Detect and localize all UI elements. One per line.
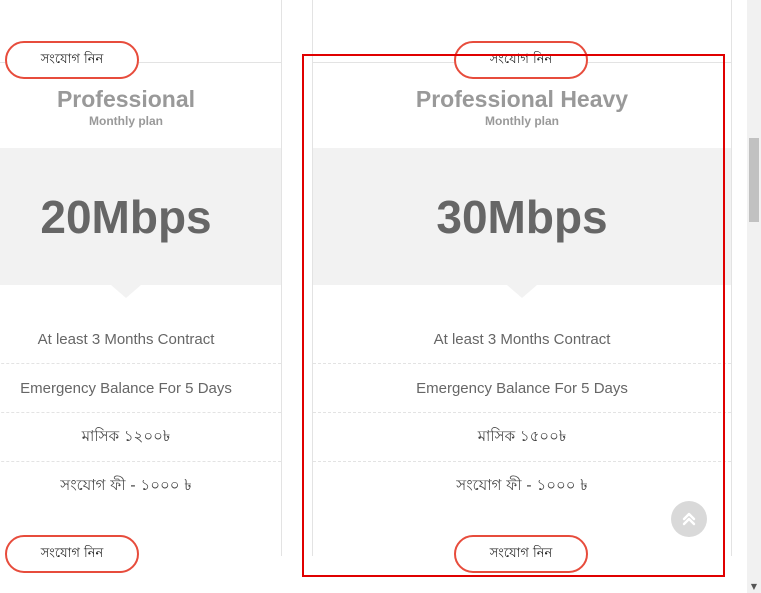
scroll-to-top-button[interactable] [671,501,707,537]
feature-list: At least 3 Months Contract Emergency Bal… [0,315,281,511]
pricing-card-professional-heavy: Professional Heavy Monthly plan 30Mbps A… [312,0,732,556]
feature-list: At least 3 Months Contract Emergency Bal… [313,315,731,511]
plan-speed: 20Mbps [40,190,212,243]
double-chevron-up-icon [682,512,696,526]
connect-button[interactable]: সংযোগ নিন [5,535,139,573]
speed-band: 20Mbps [0,148,281,298]
plan-title: Professional [56,86,196,112]
feature-item: মাসিক ১২০০৳ [0,413,281,462]
plan-subtitle: Monthly plan [485,114,559,128]
feature-item: At least 3 Months Contract [0,315,281,364]
feature-item: সংযোগ ফী - ১০০০ ৳ [60,476,192,494]
feature-item: Emergency Balance For 5 Days [0,364,281,413]
plan-title: Professional Heavy [415,86,629,112]
feature-item: মাসিক ১৫০০৳ [313,413,731,462]
feature-item: At least 3 Months Contract [313,315,731,364]
scrollbar-thumb[interactable] [749,138,759,222]
feature-item: Emergency Balance For 5 Days [313,364,731,413]
speed-arrow [507,285,537,298]
pricing-card-professional: Professional Monthly plan 20Mbps At leas… [0,0,282,556]
prev-connect-button[interactable]: সংযোগ নিন [5,41,139,79]
connect-button[interactable]: সংযোগ নিন [454,535,588,573]
feature-item: সংযোগ ফী - ১০০০ ৳ [456,476,588,494]
arrow-down-icon[interactable]: ▼ [749,581,759,591]
prev-connect-button[interactable]: সংযোগ নিন [454,41,588,79]
speed-arrow [111,285,141,298]
vertical-scrollbar[interactable]: ▼ [747,0,761,593]
speed-band: 30Mbps [313,148,731,298]
plan-subtitle: Monthly plan [89,114,163,128]
plan-speed: 30Mbps [436,190,608,243]
